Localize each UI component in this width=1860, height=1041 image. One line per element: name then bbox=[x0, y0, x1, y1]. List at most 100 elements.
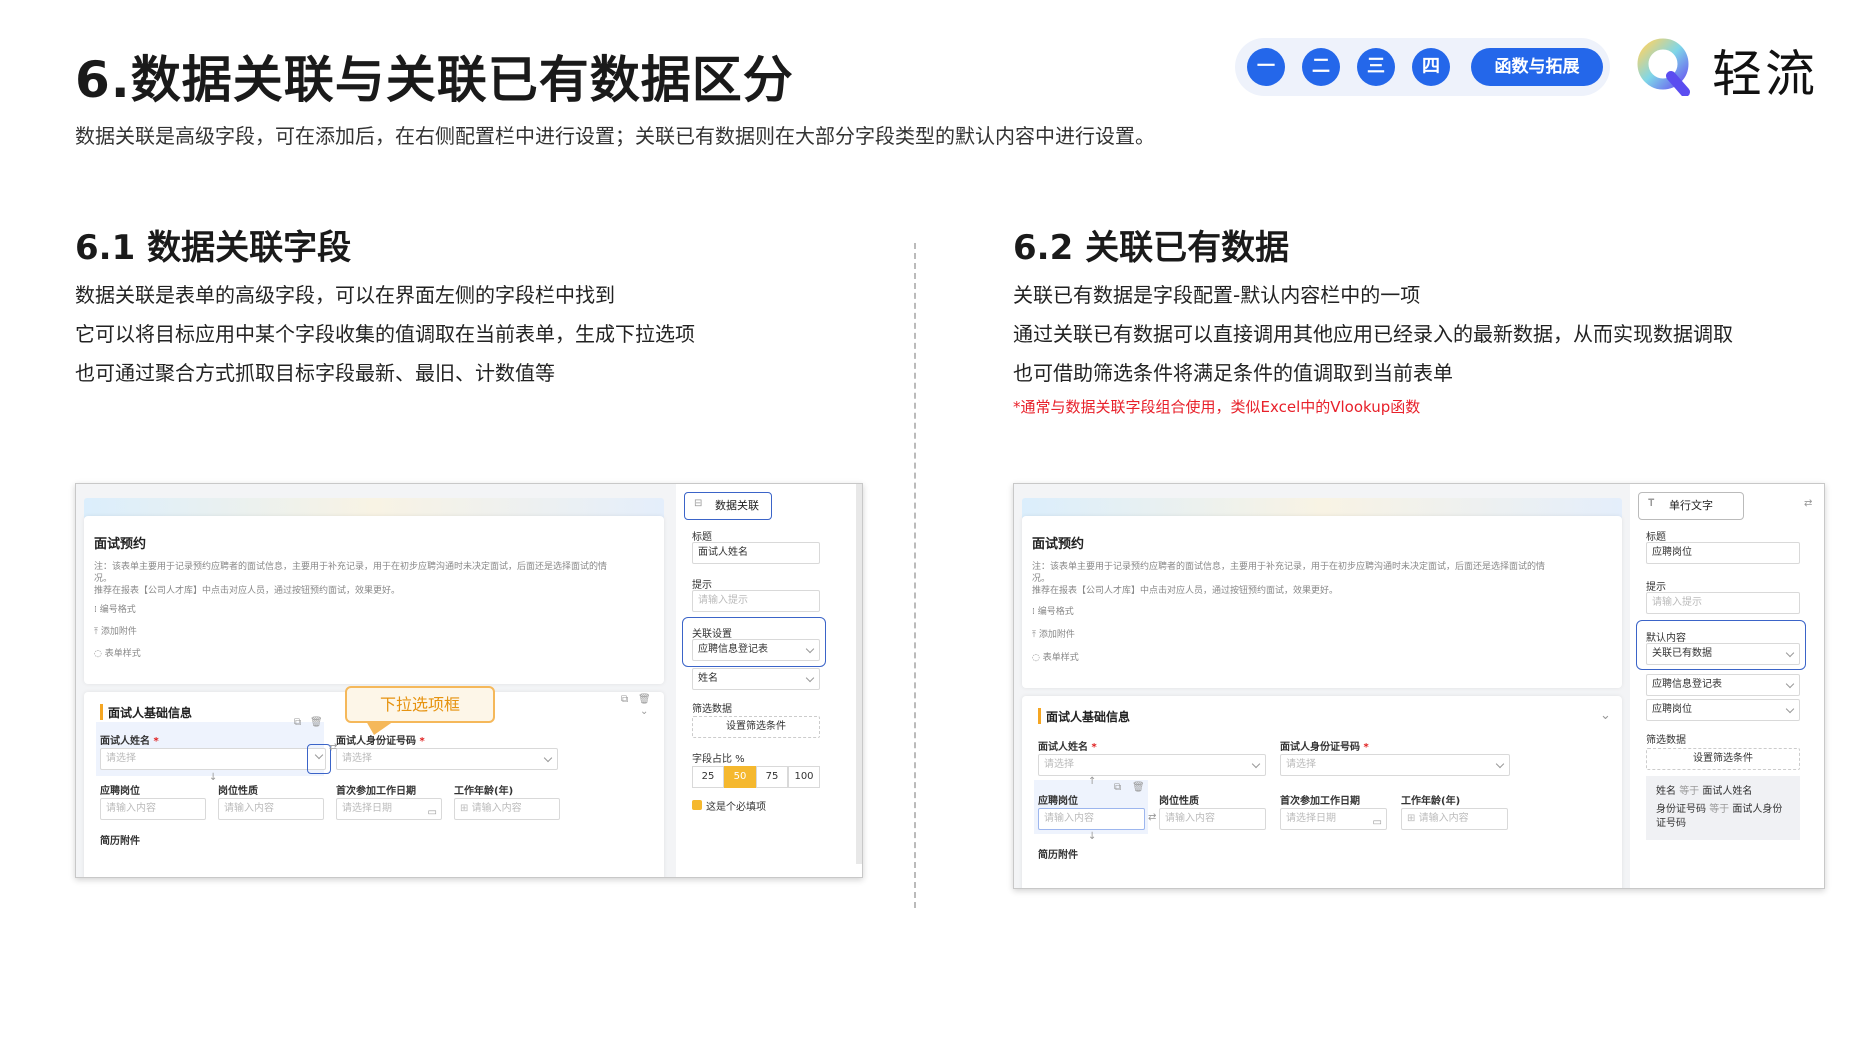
panel-filter-button[interactable]: 设置筛选条件 bbox=[692, 716, 820, 738]
resize-down-icon[interactable]: ↓ bbox=[209, 772, 217, 783]
field-start-date-input[interactable]: 请选择日期 ▭ bbox=[1280, 808, 1387, 830]
section-accent-bar bbox=[100, 704, 103, 720]
field-start-date-input[interactable]: 请选择日期 ▭ bbox=[336, 798, 442, 820]
panel-title-label: 标题 bbox=[692, 532, 712, 543]
required-mark: * bbox=[1363, 742, 1369, 753]
chevron-down-icon bbox=[1251, 759, 1261, 769]
field-name-select[interactable]: 请选择 bbox=[1038, 754, 1266, 776]
resize-handle-icon[interactable]: ⇄ bbox=[1148, 812, 1156, 823]
field-work-years-input[interactable]: ⊞ 请输入内容 bbox=[454, 798, 560, 820]
left-line-1: 数据关联是表单的高级字段，可以在界面左侧的字段栏中找到 bbox=[75, 283, 615, 307]
field-label-start-date: 首次参加工作日期 bbox=[336, 786, 416, 797]
ratio-option-75[interactable]: 75 bbox=[756, 766, 788, 788]
text-field-icon: 𝐓 bbox=[1648, 498, 1655, 509]
panel-link-select[interactable]: 应聘信息登记表 bbox=[692, 639, 820, 661]
config-panel: 单行文字 𝐓 ⇄ 标题 应聘岗位 提示 请输入提示 默认内容 关联已有数据 应聘… bbox=[1630, 484, 1824, 888]
panel-default-select[interactable]: 关联已有数据 bbox=[1646, 643, 1800, 665]
resize-up-icon[interactable]: ↑ bbox=[1088, 776, 1096, 787]
field-label-name: 面试人姓名 * bbox=[1038, 742, 1097, 753]
form-option-attachment[interactable]: ⤒ 添加附件 bbox=[94, 624, 137, 637]
panel-hint-input[interactable]: 请输入提示 bbox=[692, 590, 820, 612]
field-type-input[interactable]: 请输入内容 bbox=[218, 798, 324, 820]
required-checkbox[interactable] bbox=[692, 800, 702, 810]
section-divider bbox=[914, 243, 916, 908]
panel-title-input[interactable]: 应聘岗位 bbox=[1646, 542, 1800, 564]
palette-icon: ◌ bbox=[1032, 653, 1040, 663]
config-panel: 数据关联 ⊟ 标题 面试人姓名 提示 请输入提示 关联设置 应聘信息登记表 姓名… bbox=[676, 484, 862, 877]
panel-source-select[interactable]: 应聘信息登记表 bbox=[1646, 674, 1800, 696]
switch-icon[interactable]: ⇄ bbox=[1804, 498, 1812, 509]
panel-field-select[interactable]: 姓名 bbox=[692, 668, 820, 690]
nav-chapter-2[interactable]: 二 bbox=[1302, 48, 1340, 86]
form-title: 面试预约 bbox=[1032, 537, 1085, 552]
calendar-icon: ▭ bbox=[1372, 817, 1382, 828]
required-mark: * bbox=[419, 736, 425, 747]
field-delete-icon[interactable]: 🗑 bbox=[310, 717, 323, 728]
ratio-option-50[interactable]: 50 bbox=[724, 766, 756, 788]
form-note-line-1: 注：该表单主要用于记录预约应聘者的面试信息，主要用于补充记录，用于在初步应聘沟通… bbox=[94, 562, 608, 572]
form-info-card: 面试预约 注：该表单主要用于记录预约应聘者的面试信息，主要用于补充记录，用于在初… bbox=[1022, 516, 1622, 688]
filter-conditions: 姓名 等于 面试人姓名 身份证号码 等于 面试人身份 证号码 bbox=[1646, 776, 1800, 840]
panel-scrollbar[interactable] bbox=[856, 484, 862, 864]
chevron-down-icon[interactable]: ⌄ bbox=[1600, 708, 1611, 723]
form-note-line-1: 注：该表单主要用于记录预约应聘者的面试信息，主要用于补充记录，用于在初步应聘沟通… bbox=[1032, 562, 1546, 572]
panel-link-label: 关联设置 bbox=[692, 629, 732, 640]
left-line-3: 也可通过聚合方式抓取目标字段最新、最旧、计数值等 bbox=[75, 361, 555, 385]
palette-icon: ◌ bbox=[94, 649, 102, 659]
field-type-input[interactable]: 请输入内容 bbox=[1159, 808, 1266, 830]
field-position-input[interactable]: 请输入内容 bbox=[100, 798, 206, 820]
field-copy-icon[interactable]: ⧉ bbox=[1114, 782, 1121, 793]
field-copy-icon[interactable]: ⧉ bbox=[294, 717, 301, 728]
right-paragraph: 关联已有数据是字段配置-默认内容栏中的一项 通过关联已有数据可以直接调用其他应用… bbox=[1013, 276, 1733, 393]
field-label-resume: 简历附件 bbox=[1038, 850, 1078, 861]
chevron-down-icon bbox=[1785, 648, 1795, 658]
field-delete-icon[interactable]: 🗑 bbox=[1132, 782, 1145, 793]
nav-chapter-4[interactable]: 四 bbox=[1412, 48, 1450, 86]
form-option-style[interactable]: ◌ 表单样式 bbox=[1032, 650, 1079, 663]
field-id-select[interactable]: 请选择 bbox=[1280, 754, 1510, 776]
numbering-icon: ⁞ bbox=[94, 605, 97, 615]
field-label-type: 岗位性质 bbox=[218, 786, 258, 797]
nav-chapter-functions[interactable]: 函数与拓展 bbox=[1471, 48, 1603, 86]
form-option-numbering[interactable]: ⁞ 编号格式 bbox=[1032, 604, 1074, 617]
field-work-years-input[interactable]: ⊞ 请输入内容 bbox=[1401, 808, 1508, 830]
panel-title-input[interactable]: 面试人姓名 bbox=[692, 542, 820, 564]
ratio-option-100[interactable]: 100 bbox=[788, 766, 820, 788]
right-line-2: 通过关联已有数据可以直接调用其他应用已经录入的最新数据，从而实现数据调取 bbox=[1013, 322, 1733, 346]
copy-icon[interactable]: ⧉ bbox=[621, 694, 628, 705]
nav-chapter-3[interactable]: 三 bbox=[1357, 48, 1395, 86]
panel-filter-label: 筛选数据 bbox=[1646, 735, 1686, 746]
field-name-select[interactable]: 请选择 bbox=[100, 748, 326, 770]
required-mark: * bbox=[1091, 742, 1097, 753]
section-title: 面试人基础信息 bbox=[1046, 710, 1131, 724]
right-line-3: 也可借助筛选条件将满足条件的值调取到当前表单 bbox=[1013, 361, 1453, 385]
ratio-option-25[interactable]: 25 bbox=[692, 766, 724, 788]
resize-down-icon[interactable]: ↓ bbox=[1088, 831, 1096, 842]
panel-title-label: 标题 bbox=[1646, 532, 1666, 543]
form-option-attachment[interactable]: ⤒ 添加附件 bbox=[1032, 627, 1075, 640]
form-option-style[interactable]: ◌ 表单样式 bbox=[94, 646, 141, 659]
delete-icon[interactable]: 🗑 bbox=[638, 694, 651, 705]
form-note-line-3: 推荐在报表【公司人才库】中点击对应人员，通过按钮预约面试，效果更好。 bbox=[1032, 586, 1339, 596]
filter-condition-2: 身份证号码 等于 面试人身份 bbox=[1656, 804, 1783, 815]
chevron-down-icon bbox=[543, 753, 553, 763]
section-accent-bar bbox=[1038, 708, 1041, 724]
chevron-down-icon[interactable]: ⌄ bbox=[640, 706, 648, 717]
calendar-icon: ▭ bbox=[427, 807, 437, 818]
nav-chapter-1[interactable]: 一 bbox=[1247, 48, 1285, 86]
ratio-segmented-control: 25 50 75 100 bbox=[692, 766, 820, 788]
field-position-input[interactable]: 请输入内容 bbox=[1038, 808, 1145, 830]
required-mark: * bbox=[153, 736, 159, 747]
right-line-1: 关联已有数据是字段配置-默认内容栏中的一项 bbox=[1013, 283, 1421, 307]
panel-hint-input[interactable]: 请输入提示 bbox=[1646, 592, 1800, 614]
field-label-resume: 简历附件 bbox=[100, 836, 140, 847]
form-option-numbering[interactable]: ⁞ 编号格式 bbox=[94, 602, 136, 615]
panel-ratio-label: 字段占比 % bbox=[692, 754, 745, 765]
chevron-down-icon bbox=[1495, 759, 1505, 769]
form-note-line-3: 推荐在报表【公司人才库】中点击对应人员，通过按钮预约面试，效果更好。 bbox=[94, 586, 401, 596]
field-id-select[interactable]: 请选择 bbox=[336, 748, 558, 770]
panel-filter-button[interactable]: 设置筛选条件 bbox=[1646, 748, 1800, 770]
brand-logo-icon bbox=[1637, 38, 1690, 96]
panel-field-select[interactable]: 应聘岗位 bbox=[1646, 699, 1800, 721]
right-screenshot: 面试预约 注：该表单主要用于记录预约应聘者的面试信息，主要用于补充记录，用于在初… bbox=[1013, 483, 1825, 889]
